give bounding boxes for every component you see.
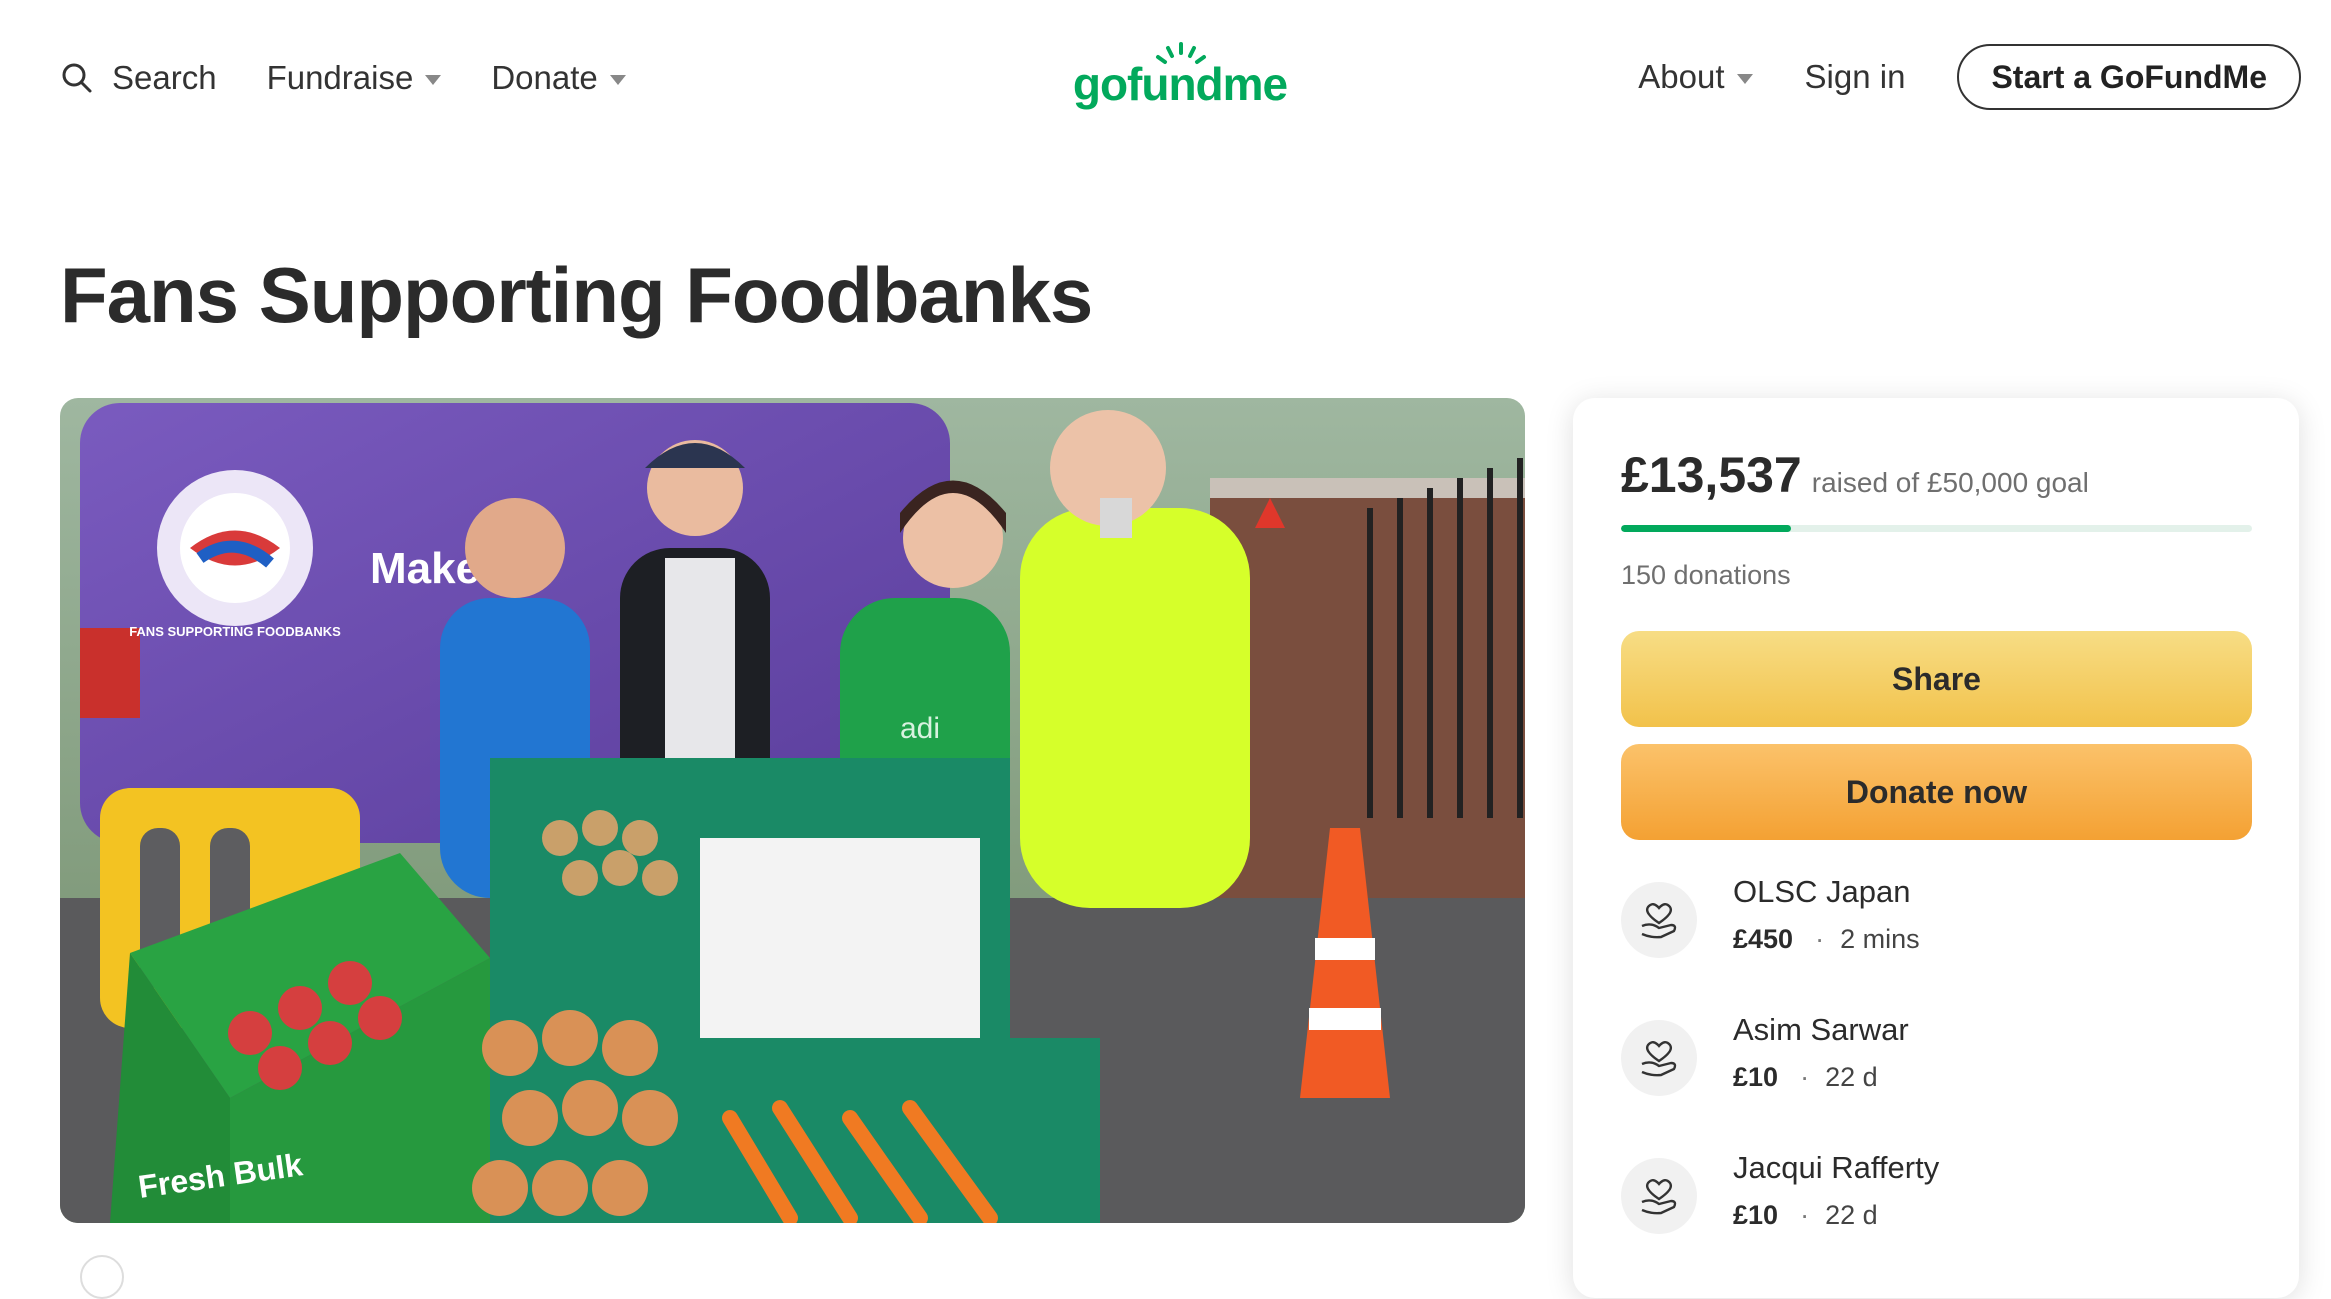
separator-dot: · — [1815, 924, 1825, 954]
start-gofundme-button[interactable]: Start a GoFundMe — [1957, 44, 2301, 110]
progress-bar — [1621, 525, 2252, 532]
donation-item: Asim Sarwar £10 · 22 d — [1621, 1012, 2261, 1102]
heart-in-hand-icon — [1641, 1179, 1677, 1215]
donor-name: OLSC Japan — [1733, 874, 1911, 909]
logo-text: gofundme — [1073, 58, 1288, 110]
fundraise-label: Fundraise — [266, 59, 414, 96]
donor-name: Asim Sarwar — [1733, 1012, 1909, 1047]
raised-amount: £13,537 — [1621, 447, 1802, 503]
donate-label: Donate — [491, 59, 598, 96]
donor-avatar — [1621, 1158, 1697, 1234]
donation-amount: £450 — [1733, 924, 1794, 954]
separator-dot: · — [1800, 1200, 1810, 1230]
share-button[interactable]: Share — [1621, 631, 2252, 727]
donation-amount: £10 — [1733, 1200, 1779, 1230]
fundraise-menu[interactable]: Fundraise — [267, 59, 442, 97]
sign-in-link[interactable]: Sign in — [1805, 58, 1906, 96]
donor-name: Jacqui Rafferty — [1733, 1150, 1940, 1185]
donation-card: £13,537 raised of £50,000 goal 150 donat… — [1573, 398, 2299, 1298]
search-label: Search — [112, 59, 217, 96]
donation-time: 22 d — [1825, 1062, 1878, 1092]
hoodie-text: adi — [900, 712, 940, 745]
nav-right-group: About Sign in Start a GoFundMe — [1638, 44, 2301, 110]
chevron-down-icon — [1736, 74, 1753, 84]
raised-summary: £13,537 raised of £50,000 goal — [1621, 446, 2089, 504]
donation-amount: £10 — [1733, 1062, 1779, 1092]
donor-meta: £10 · 22 d — [1733, 1200, 1878, 1231]
organizer-avatar — [80, 1255, 124, 1299]
donation-item: OLSC Japan £450 · 2 mins — [1621, 874, 2261, 964]
progress-fill — [1621, 525, 1792, 532]
heart-in-hand-icon — [1641, 903, 1677, 939]
donate-menu[interactable]: Donate — [491, 59, 626, 97]
donor-meta: £450 · 2 mins — [1733, 924, 1920, 955]
donation-time: 2 mins — [1840, 924, 1920, 954]
donate-now-button[interactable]: Donate now — [1621, 744, 2252, 840]
goal-text: raised of £50,000 goal — [1811, 467, 2089, 498]
separator-dot: · — [1800, 1062, 1810, 1092]
search-icon — [62, 63, 92, 93]
donation-item: Jacqui Rafferty £10 · 22 d — [1621, 1150, 2261, 1240]
donation-time: 22 d — [1825, 1200, 1878, 1230]
about-menu[interactable]: About — [1638, 58, 1753, 96]
gofundme-logo[interactable]: gofundme — [1070, 40, 1290, 120]
chevron-down-icon — [609, 75, 626, 85]
chevron-down-icon — [425, 75, 442, 85]
page-title: Fans Supporting Foodbanks — [60, 251, 1093, 339]
about-label: About — [1638, 58, 1725, 95]
heart-in-hand-icon — [1641, 1041, 1677, 1077]
van-logo-text: FANS SUPPORTING FOODBANKS — [129, 624, 341, 639]
donor-meta: £10 · 22 d — [1733, 1062, 1878, 1093]
top-navigation: Search Fundraise Donate gofundme About S… — [0, 0, 2331, 160]
donations-count: 150 donations — [1621, 560, 1791, 590]
search-link[interactable]: Search — [60, 59, 217, 97]
donor-avatar — [1621, 1020, 1697, 1096]
fundraiser-photo: FANS SUPPORTING FOODBANKS Make y adi Fre… — [60, 398, 1525, 1223]
donor-avatar — [1621, 882, 1697, 958]
sign-in-label: Sign in — [1804, 58, 1906, 95]
nav-left-group: Search Fundraise Donate — [60, 50, 676, 106]
